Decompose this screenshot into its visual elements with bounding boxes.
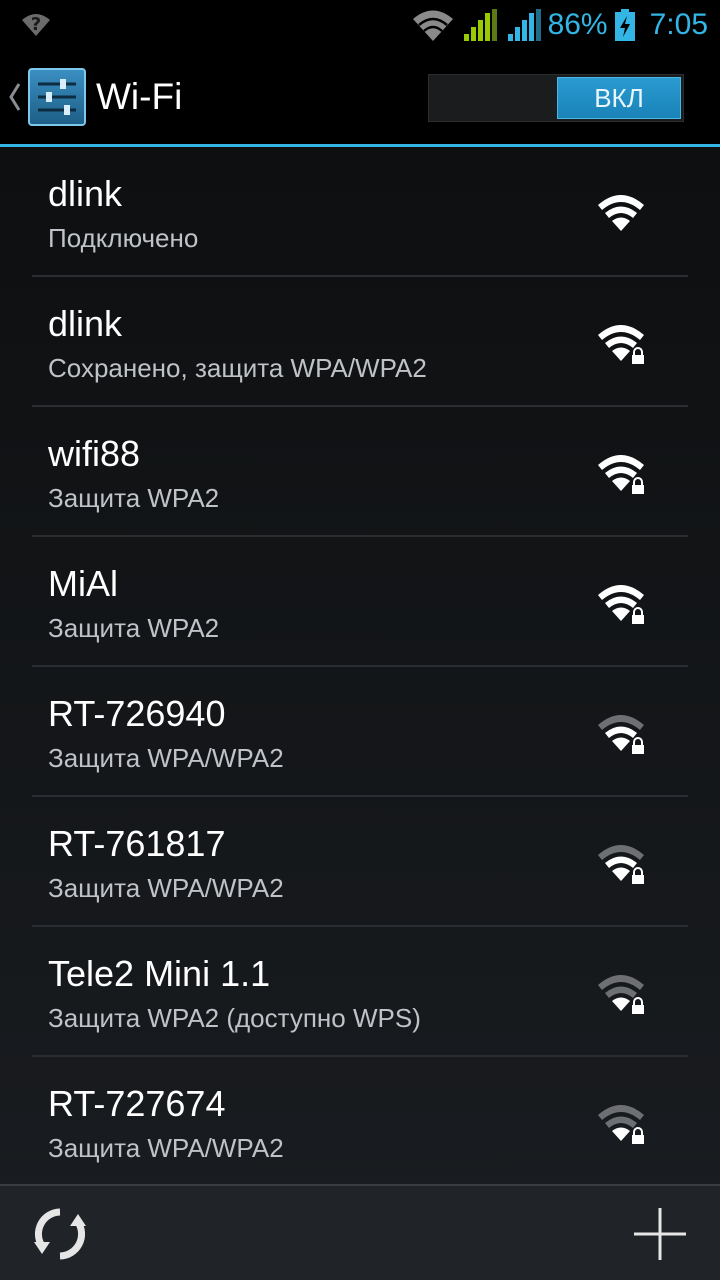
wifi-signal-lock-icon xyxy=(598,585,644,624)
lock-icon xyxy=(632,477,644,494)
signal-arc xyxy=(605,856,637,868)
svg-text:?: ? xyxy=(31,14,41,35)
signal-arc xyxy=(612,477,630,491)
network-ssid: Tele2 Mini 1.1 xyxy=(48,953,271,994)
cell-signal-green-icon xyxy=(463,9,497,41)
battery-percent: 86% xyxy=(547,8,608,41)
network-ssid: RT-727674 xyxy=(48,1083,226,1124)
signal-arc xyxy=(612,867,630,881)
wifi-settings-screen: ? 86% 7:05 Wi-Fi ВКЛ dlink Подключено dl… xyxy=(0,0,720,1280)
network-summary: Защита WPA/WPA2 xyxy=(48,1133,284,1163)
signal-arc xyxy=(605,336,637,348)
status-icons: 86% 7:05 xyxy=(412,0,708,50)
wifi-signal-icon xyxy=(598,195,644,231)
wifi-signal-lock-icon xyxy=(598,325,644,364)
signal-arc xyxy=(605,596,637,608)
network-item[interactable]: dlink Сохранено, защита WPA/WPA2 xyxy=(0,277,720,407)
network-summary: Подключено xyxy=(48,223,199,253)
signal-arc xyxy=(605,206,637,218)
wifi-signal-lock-icon xyxy=(598,845,644,884)
network-item[interactable]: dlink Подключено xyxy=(0,147,720,277)
plus-icon[interactable] xyxy=(628,1202,692,1266)
battery-charging-icon xyxy=(614,9,635,41)
signal-arc xyxy=(612,217,630,231)
network-list: dlink Подключено dlink Сохранено, защита… xyxy=(0,147,720,1187)
signal-arc xyxy=(612,347,630,361)
network-item[interactable]: RT-761817 Защита WPA/WPA2 xyxy=(0,797,720,927)
signal-arc xyxy=(605,1116,637,1128)
network-summary: Сохранено, защита WPA/WPA2 xyxy=(48,353,427,383)
network-item[interactable]: MiAl Защита WPA2 xyxy=(0,537,720,667)
cell-signal-blue-icon xyxy=(507,9,541,41)
network-item[interactable]: wifi88 Защита WPA2 xyxy=(0,407,720,537)
page-title: Wi-Fi xyxy=(96,76,183,117)
wifi-signal-lock-icon xyxy=(598,975,644,1014)
network-summary: Защита WPA/WPA2 xyxy=(48,743,284,773)
signal-arc xyxy=(612,997,630,1011)
sliders-glyph xyxy=(38,79,76,115)
network-summary: Защита WPA2 (доступно WPS) xyxy=(48,1003,421,1033)
lock-icon xyxy=(632,607,644,624)
settings-sliders-icon[interactable] xyxy=(28,68,86,126)
network-ssid: MiAl xyxy=(48,563,118,604)
wifi-signal-icon xyxy=(412,10,453,41)
up-caret-icon[interactable] xyxy=(8,82,22,112)
signal-arc xyxy=(612,607,630,621)
network-summary: Защита WPA/WPA2 xyxy=(48,873,284,903)
wifi-signal-lock-icon xyxy=(598,455,644,494)
wifi-toggle-switch[interactable]: ВКЛ xyxy=(428,74,684,122)
bottom-action-bar xyxy=(0,1186,720,1280)
network-ssid: RT-761817 xyxy=(48,823,226,864)
network-ssid: dlink xyxy=(48,303,123,344)
status-bar: ? 86% 7:05 xyxy=(0,0,720,50)
clock: 7:05 xyxy=(649,8,708,41)
network-item[interactable]: Tele2 Mini 1.1 Защита WPA2 (доступно WPS… xyxy=(0,927,720,1057)
network-summary: Защита WPA2 xyxy=(48,613,220,643)
signal-arc xyxy=(612,737,630,751)
network-item[interactable]: RT-726940 Защита WPA/WPA2 xyxy=(0,667,720,797)
wifi-signal-lock-icon xyxy=(598,1105,644,1144)
signal-arc xyxy=(612,1127,630,1141)
network-item[interactable]: RT-727674 Защита WPA/WPA2 xyxy=(0,1057,720,1187)
signal-arc xyxy=(605,986,637,998)
lock-icon xyxy=(632,997,644,1014)
network-ssid: RT-726940 xyxy=(48,693,226,734)
network-ssid: dlink xyxy=(48,173,123,214)
lock-icon xyxy=(632,867,644,884)
lock-icon xyxy=(632,1127,644,1144)
wifi-question-icon: ? xyxy=(22,14,50,36)
signal-arc xyxy=(605,726,637,738)
lock-icon xyxy=(632,737,644,754)
network-ssid: wifi88 xyxy=(48,433,141,474)
refresh-icon[interactable] xyxy=(30,1204,90,1264)
lock-icon xyxy=(632,347,644,364)
switch-thumb[interactable]: ВКЛ xyxy=(557,77,681,119)
wifi-signal-lock-icon xyxy=(598,715,644,754)
network-summary: Защита WPA2 xyxy=(48,483,220,513)
signal-arc xyxy=(605,466,637,478)
